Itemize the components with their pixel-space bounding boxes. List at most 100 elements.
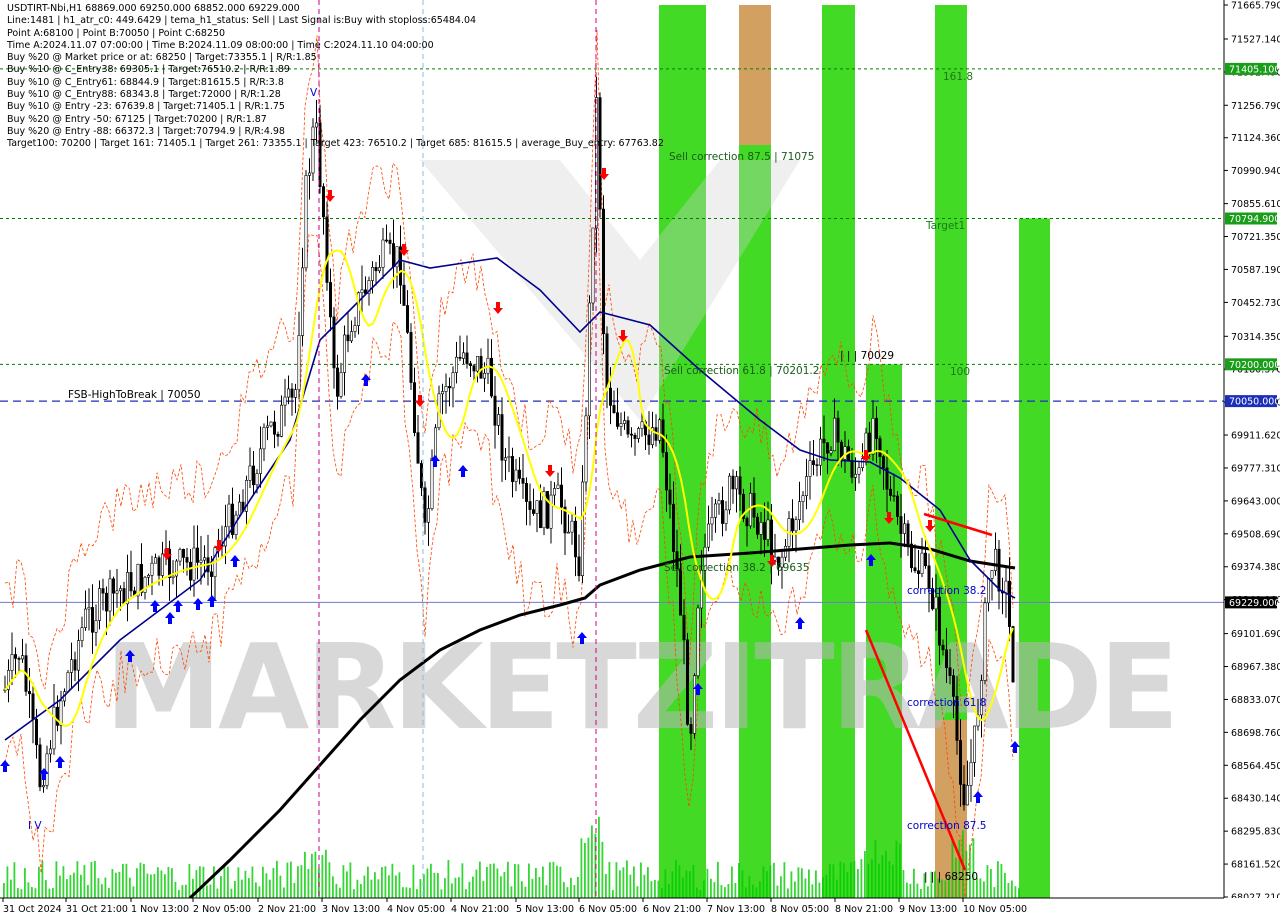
price-highlight-label: 70050.000	[1229, 397, 1280, 408]
volume-bar	[731, 866, 733, 898]
candle-body	[874, 418, 878, 439]
volume-bar	[671, 871, 674, 898]
volume-bar	[90, 861, 93, 898]
candle-body	[710, 517, 714, 525]
green-band	[1019, 218, 1050, 898]
volume-bar	[514, 863, 516, 898]
candle-body	[549, 494, 553, 529]
volume-bar	[227, 866, 229, 898]
volume-bar	[262, 866, 264, 898]
volume-bar	[587, 837, 590, 898]
point-b-label: | | | 70029	[840, 350, 894, 362]
candle-body	[832, 417, 836, 451]
volume-bar	[902, 870, 905, 898]
price-tick-label: 68161.520	[1231, 860, 1280, 871]
volume-bar	[818, 882, 821, 898]
candle-body	[465, 352, 469, 364]
info-line: Buy %10 @ C_Entry61: 68844.9 | Target:81…	[7, 76, 284, 88]
candle-body	[755, 516, 759, 535]
volume-bar	[237, 867, 240, 898]
volume-bar	[136, 868, 138, 898]
volume-bar	[668, 884, 670, 898]
candle-body	[668, 489, 672, 505]
volume-bar	[808, 869, 810, 898]
volume-bar	[878, 863, 880, 898]
volume-bar	[13, 862, 16, 898]
volume-bar	[881, 855, 884, 898]
volume-bar	[958, 839, 961, 898]
price-tick-label: 71665.790	[1231, 1, 1280, 12]
candle-body	[325, 216, 329, 283]
info-line: Point A:68100 | Point B:70050 | Point C:…	[7, 27, 226, 39]
volume-bar	[510, 886, 513, 898]
candle-body	[640, 421, 644, 429]
level-161-label: 161.8	[943, 71, 973, 83]
fsb-label: FSB-HighToBreak | 70050	[68, 389, 201, 401]
candle-body	[587, 302, 591, 417]
volume-bar	[797, 867, 800, 898]
candle-body	[475, 356, 479, 372]
point-c-label: | | | 68250	[924, 871, 978, 883]
volume-bar	[482, 880, 485, 898]
volume-bar	[276, 860, 278, 898]
volume-bar	[447, 860, 450, 898]
candle-body	[426, 508, 430, 523]
volume-bar	[689, 871, 691, 898]
candle-body	[20, 655, 24, 660]
candle-body	[360, 289, 364, 294]
candle-body	[433, 427, 437, 459]
correction-382-label: correction 38.2	[907, 585, 986, 597]
candle-body	[297, 335, 301, 390]
candle-body	[451, 372, 455, 389]
candle-body	[34, 719, 38, 746]
candle-body	[416, 432, 420, 464]
volume-bar	[857, 869, 859, 898]
price-tick-label: 68967.380	[1231, 662, 1280, 673]
volume-bar	[486, 866, 488, 898]
volume-bar	[335, 883, 338, 898]
volume-bar	[157, 867, 159, 898]
volume-bar	[87, 885, 89, 898]
buy-arrow	[173, 600, 183, 612]
candle-body	[538, 500, 542, 529]
volume-bar	[185, 884, 187, 898]
volume-bar	[654, 879, 656, 898]
price-tick-label: 68833.070	[1231, 695, 1280, 706]
volume-bar	[892, 864, 894, 898]
volume-bar	[577, 876, 579, 898]
candle-body	[419, 462, 423, 489]
candle-body	[328, 282, 332, 318]
volume-bar	[244, 870, 247, 898]
candle-body	[836, 417, 840, 443]
volume-bar	[52, 888, 54, 898]
volume-bar	[321, 855, 324, 898]
candle-body	[293, 389, 297, 398]
volume-bar	[139, 862, 142, 898]
candle-body	[339, 372, 343, 397]
candle-body	[227, 503, 231, 528]
volume-bar	[678, 865, 681, 898]
candle-body	[878, 438, 882, 457]
candle-body	[808, 460, 812, 477]
candle-body	[346, 334, 350, 342]
candle-body	[605, 333, 609, 389]
candle-body	[412, 382, 416, 433]
volume-bar	[619, 870, 621, 898]
volume-bar	[433, 872, 436, 898]
info-line: Buy %20 @ Entry -88: 66372.3 | Target:70…	[7, 125, 285, 137]
volume-bar	[703, 880, 705, 898]
candle-body	[629, 433, 633, 436]
candle-body	[867, 432, 871, 455]
info-line: Buy %20 @ Market price or at: 68250 | Ta…	[7, 52, 317, 64]
candle-body	[860, 458, 864, 469]
volume-bar	[311, 853, 313, 898]
volume-bar	[885, 850, 887, 898]
candle-body	[262, 427, 266, 450]
volume-bar	[573, 885, 576, 898]
candle-body	[521, 478, 525, 484]
candle-body	[304, 175, 308, 269]
volume-bar	[62, 866, 65, 898]
candle-body	[738, 476, 742, 495]
volume-bar	[766, 871, 768, 898]
candle-body	[255, 473, 259, 486]
